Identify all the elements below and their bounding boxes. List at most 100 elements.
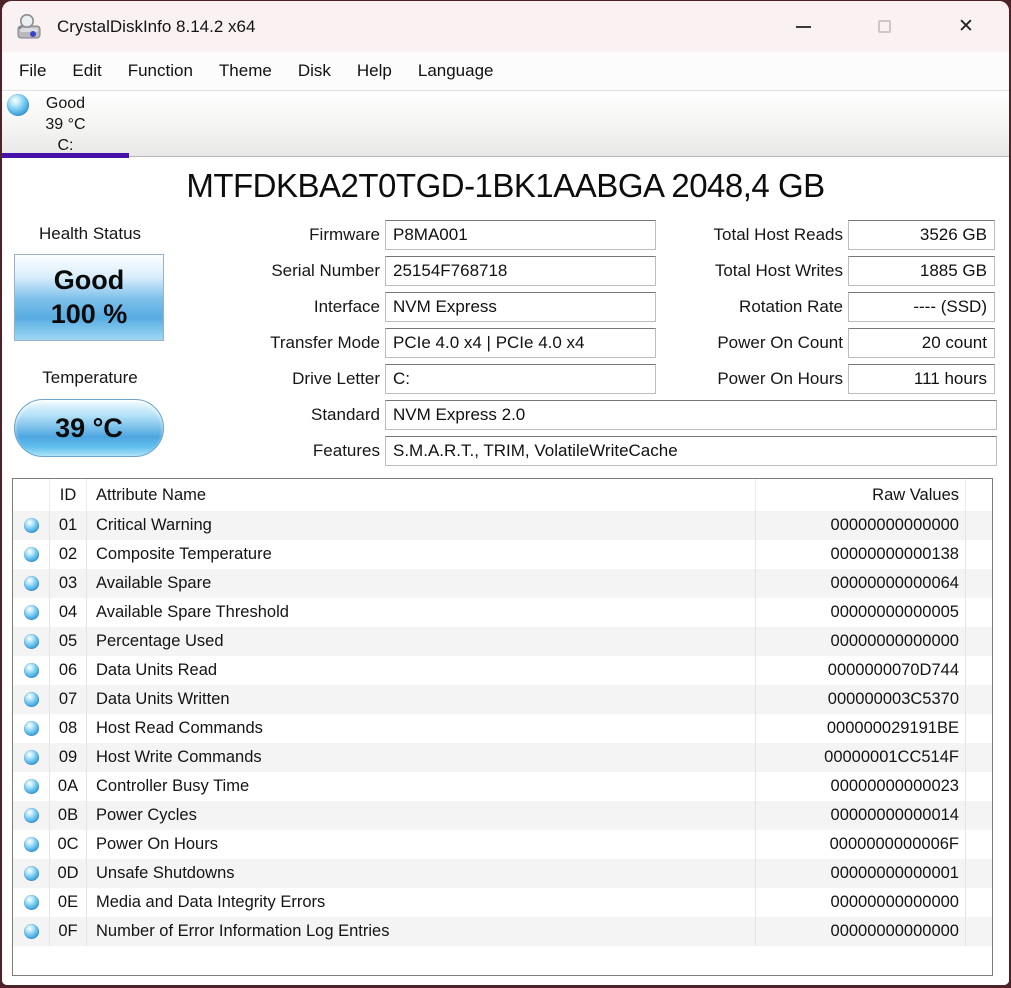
column-header-raw: Raw Values xyxy=(756,479,966,511)
table-row[interactable]: 0D Unsafe Shutdowns 00000000000001 xyxy=(13,859,992,888)
table-row[interactable]: 08 Host Read Commands 000000029191BE xyxy=(13,714,992,743)
attribute-status-orb-icon xyxy=(23,779,39,794)
field-value: NVM Express 2.0 xyxy=(393,405,526,424)
drive-stats-fields: Total Host Reads 3526 GB Total Host Writ… xyxy=(660,220,997,400)
attribute-id: 03 xyxy=(50,569,87,598)
field-value-box[interactable]: PCIe 4.0 x4 | PCIe 4.0 x4 xyxy=(385,328,656,358)
table-row[interactable]: 0B Power Cycles 00000000000014 xyxy=(13,801,992,830)
attribute-name: Composite Temperature xyxy=(87,540,756,569)
attribute-name: Host Write Commands xyxy=(87,743,756,772)
attribute-status-orb-icon xyxy=(23,605,39,620)
column-header-name: Attribute Name xyxy=(87,479,756,511)
attribute-id: 0C xyxy=(50,830,87,859)
attribute-name: Data Units Read xyxy=(87,656,756,685)
attribute-raw-value: 00000000000001 xyxy=(756,859,966,888)
table-row[interactable]: 09 Host Write Commands 00000001CC514F xyxy=(13,743,992,772)
drive-model-title: MTFDKBA2T0TGD-1BK1AABGA 2048,4 GB xyxy=(186,167,825,204)
attribute-id: 05 xyxy=(50,627,87,656)
attribute-status-orb-icon xyxy=(23,866,39,881)
menu-item[interactable]: Edit xyxy=(59,55,114,87)
field-row: Total Host Reads 3526 GB xyxy=(660,220,997,250)
field-row: Rotation Rate ---- (SSD) xyxy=(660,292,997,322)
selected-tab-indicator xyxy=(2,153,129,158)
attribute-status-orb-icon xyxy=(23,634,39,649)
field-row: Power On Hours 111 hours xyxy=(660,364,997,394)
table-row[interactable]: 01 Critical Warning 00000000000000 xyxy=(13,511,992,540)
attribute-raw-value: 00000001CC514F xyxy=(756,743,966,772)
app-window: CrystalDiskInfo 8.14.2 x64 ✕ File Edit F… xyxy=(2,1,1009,985)
field-row: Total Host Writes 1885 GB xyxy=(660,256,997,286)
smart-table: ID Attribute Name Raw Values 01 Critical… xyxy=(12,478,993,976)
menu-item[interactable]: Help xyxy=(344,55,405,87)
minimize-button[interactable] xyxy=(773,1,833,52)
field-value: ---- (SSD) xyxy=(913,297,987,316)
menu-item[interactable]: Function xyxy=(115,55,206,87)
attribute-id: 04 xyxy=(50,598,87,627)
attribute-name: Percentage Used xyxy=(87,627,756,656)
field-value-box[interactable]: NVM Express 2.0 xyxy=(385,400,997,430)
app-icon xyxy=(17,13,41,38)
attribute-status-orb-icon xyxy=(23,547,39,562)
attribute-id: 01 xyxy=(50,511,87,540)
field-label: Features xyxy=(312,441,380,460)
attribute-status-orb-icon xyxy=(23,576,39,591)
attribute-name: Available Spare Threshold xyxy=(87,598,756,627)
table-row[interactable]: 0E Media and Data Integrity Errors 00000… xyxy=(13,888,992,917)
maximize-icon xyxy=(877,20,891,33)
menu-item[interactable]: Language xyxy=(405,55,507,87)
field-value-box[interactable]: P8MA001 xyxy=(385,220,656,250)
table-row[interactable]: 04 Available Spare Threshold 00000000000… xyxy=(13,598,992,627)
attribute-status-orb-icon xyxy=(23,924,39,939)
attribute-status-orb-icon xyxy=(23,692,39,707)
menu-item[interactable]: Disk xyxy=(285,55,344,87)
field-value-box[interactable]: 3526 GB xyxy=(848,220,995,250)
field-value-box[interactable]: 111 hours xyxy=(848,364,995,394)
field-row: Features S.M.A.R.T., TRIM, VolatileWrite… xyxy=(2,436,997,466)
table-row[interactable]: 06 Data Units Read 0000000070D744 xyxy=(13,656,992,685)
table-row[interactable]: 07 Data Units Written 000000003C5370 xyxy=(13,685,992,714)
attribute-raw-value: 000000029191BE xyxy=(756,714,966,743)
field-label: Transfer Mode xyxy=(270,333,380,352)
attribute-status-orb-icon xyxy=(23,808,39,823)
minimize-icon xyxy=(795,25,811,28)
table-row[interactable]: 0C Power On Hours 0000000000006F xyxy=(13,830,992,859)
attribute-name: Critical Warning xyxy=(87,511,756,540)
attribute-name: Power On Hours xyxy=(87,830,756,859)
window-title: CrystalDiskInfo 8.14.2 x64 xyxy=(57,16,256,36)
field-value-box[interactable]: S.M.A.R.T., TRIM, VolatileWriteCache xyxy=(385,436,997,466)
menu-item[interactable]: File xyxy=(6,55,59,87)
field-value-box[interactable]: 20 count xyxy=(848,328,995,358)
field-value-box[interactable]: NVM Express xyxy=(385,292,656,322)
close-button[interactable]: ✕ xyxy=(936,1,996,52)
attribute-status-orb-icon xyxy=(23,837,39,852)
attribute-raw-value: 00000000000000 xyxy=(756,627,966,656)
table-row[interactable]: 05 Percentage Used 00000000000000 xyxy=(13,627,992,656)
field-label: Rotation Rate xyxy=(739,297,843,316)
title-bar: CrystalDiskInfo 8.14.2 x64 ✕ xyxy=(2,1,1009,52)
attribute-raw-value: 00000000000014 xyxy=(756,801,966,830)
attribute-raw-value: 00000000000000 xyxy=(756,888,966,917)
field-row: Power On Count 20 count xyxy=(660,328,997,358)
main-content: MTFDKBA2T0TGD-1BK1AABGA 2048,4 GB Health… xyxy=(2,158,1009,985)
field-value-box[interactable]: C: xyxy=(385,364,656,394)
attribute-raw-value: 000000003C5370 xyxy=(756,685,966,714)
table-row[interactable]: 03 Available Spare 00000000000064 xyxy=(13,569,992,598)
maximize-button[interactable] xyxy=(854,1,914,52)
attribute-name: Host Read Commands xyxy=(87,714,756,743)
field-value-box[interactable]: 25154F768718 xyxy=(385,256,656,286)
field-value-box[interactable]: 1885 GB xyxy=(848,256,995,286)
attribute-name: Power Cycles xyxy=(87,801,756,830)
drive-tab-c[interactable]: Good 39 °C C: xyxy=(2,91,129,158)
menu-item[interactable]: Theme xyxy=(206,55,285,87)
field-label: Drive Letter xyxy=(292,369,380,388)
field-value-box[interactable]: ---- (SSD) xyxy=(848,292,995,322)
attribute-status-orb-icon xyxy=(23,721,39,736)
field-label: Standard xyxy=(311,405,380,424)
field-value: 25154F768718 xyxy=(393,261,508,280)
table-row[interactable]: 02 Composite Temperature 00000000000138 xyxy=(13,540,992,569)
tab-temperature: 39 °C xyxy=(45,116,86,133)
attribute-name: Number of Error Information Log Entries xyxy=(87,917,756,946)
table-row[interactable]: 0F Number of Error Information Log Entri… xyxy=(13,917,992,946)
table-row[interactable]: 0A Controller Busy Time 00000000000023 xyxy=(13,772,992,801)
attribute-id: 06 xyxy=(50,656,87,685)
